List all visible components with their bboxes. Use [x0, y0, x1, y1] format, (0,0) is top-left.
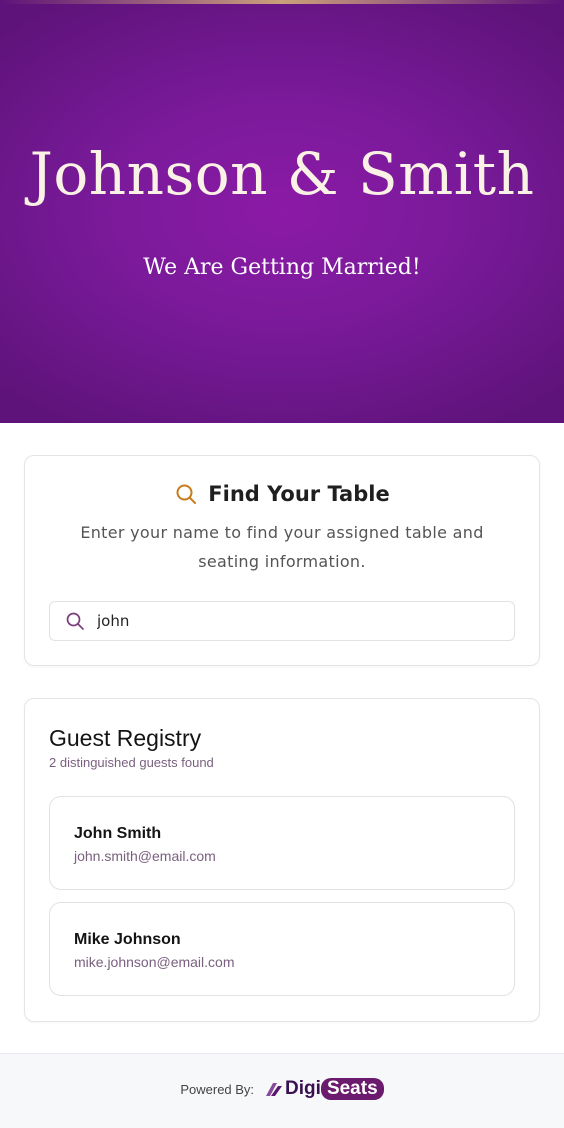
guest-list-item[interactable]: Mike Johnson mike.johnson@email.com — [49, 902, 515, 996]
logo-text-digi: Digi — [285, 1078, 321, 1099]
find-table-card: Find Your Table Enter your name to find … — [24, 455, 540, 666]
logo-text-seats: Seats — [320, 1078, 384, 1100]
find-table-heading: Find Your Table — [25, 482, 539, 512]
couple-names-title: Johnson & Smith — [29, 140, 535, 208]
guest-registry-card: Guest Registry 2 distinguished guests fo… — [24, 698, 540, 1022]
guest-name: John Smith — [74, 825, 162, 842]
page-footer: Powered By: Digi Seats — [0, 1053, 564, 1128]
search-icon — [65, 611, 85, 631]
guest-email: mike.johnson@email.com — [74, 954, 235, 970]
powered-by-label: Powered By: — [180, 1081, 255, 1097]
hero-subtitle: We Are Getting Married! — [143, 255, 421, 280]
find-table-description: Enter your name to find your assigned ta… — [80, 523, 484, 571]
guest-name: Mike Johnson — [74, 931, 181, 948]
hero-accent-line — [0, 0, 564, 4]
powered-by-row: Powered By: Digi Seats — [0, 1078, 564, 1104]
guest-search-box[interactable] — [49, 601, 515, 641]
hero-banner: Johnson & Smith We Are Getting Married! — [0, 0, 564, 423]
guest-email: john.smith@email.com — [74, 848, 216, 864]
search-icon — [174, 482, 198, 506]
find-table-title: Find Your Table — [208, 482, 390, 506]
digiseats-logo-icon — [264, 1080, 284, 1098]
guest-search-input[interactable] — [97, 602, 497, 640]
guest-list-item[interactable]: John Smith john.smith@email.com — [49, 796, 515, 890]
digiseats-logo[interactable]: Digi Seats — [264, 1078, 384, 1100]
guest-registry-title: Guest Registry — [49, 725, 202, 751]
guest-count-text: 2 distinguished guests found — [49, 755, 214, 770]
